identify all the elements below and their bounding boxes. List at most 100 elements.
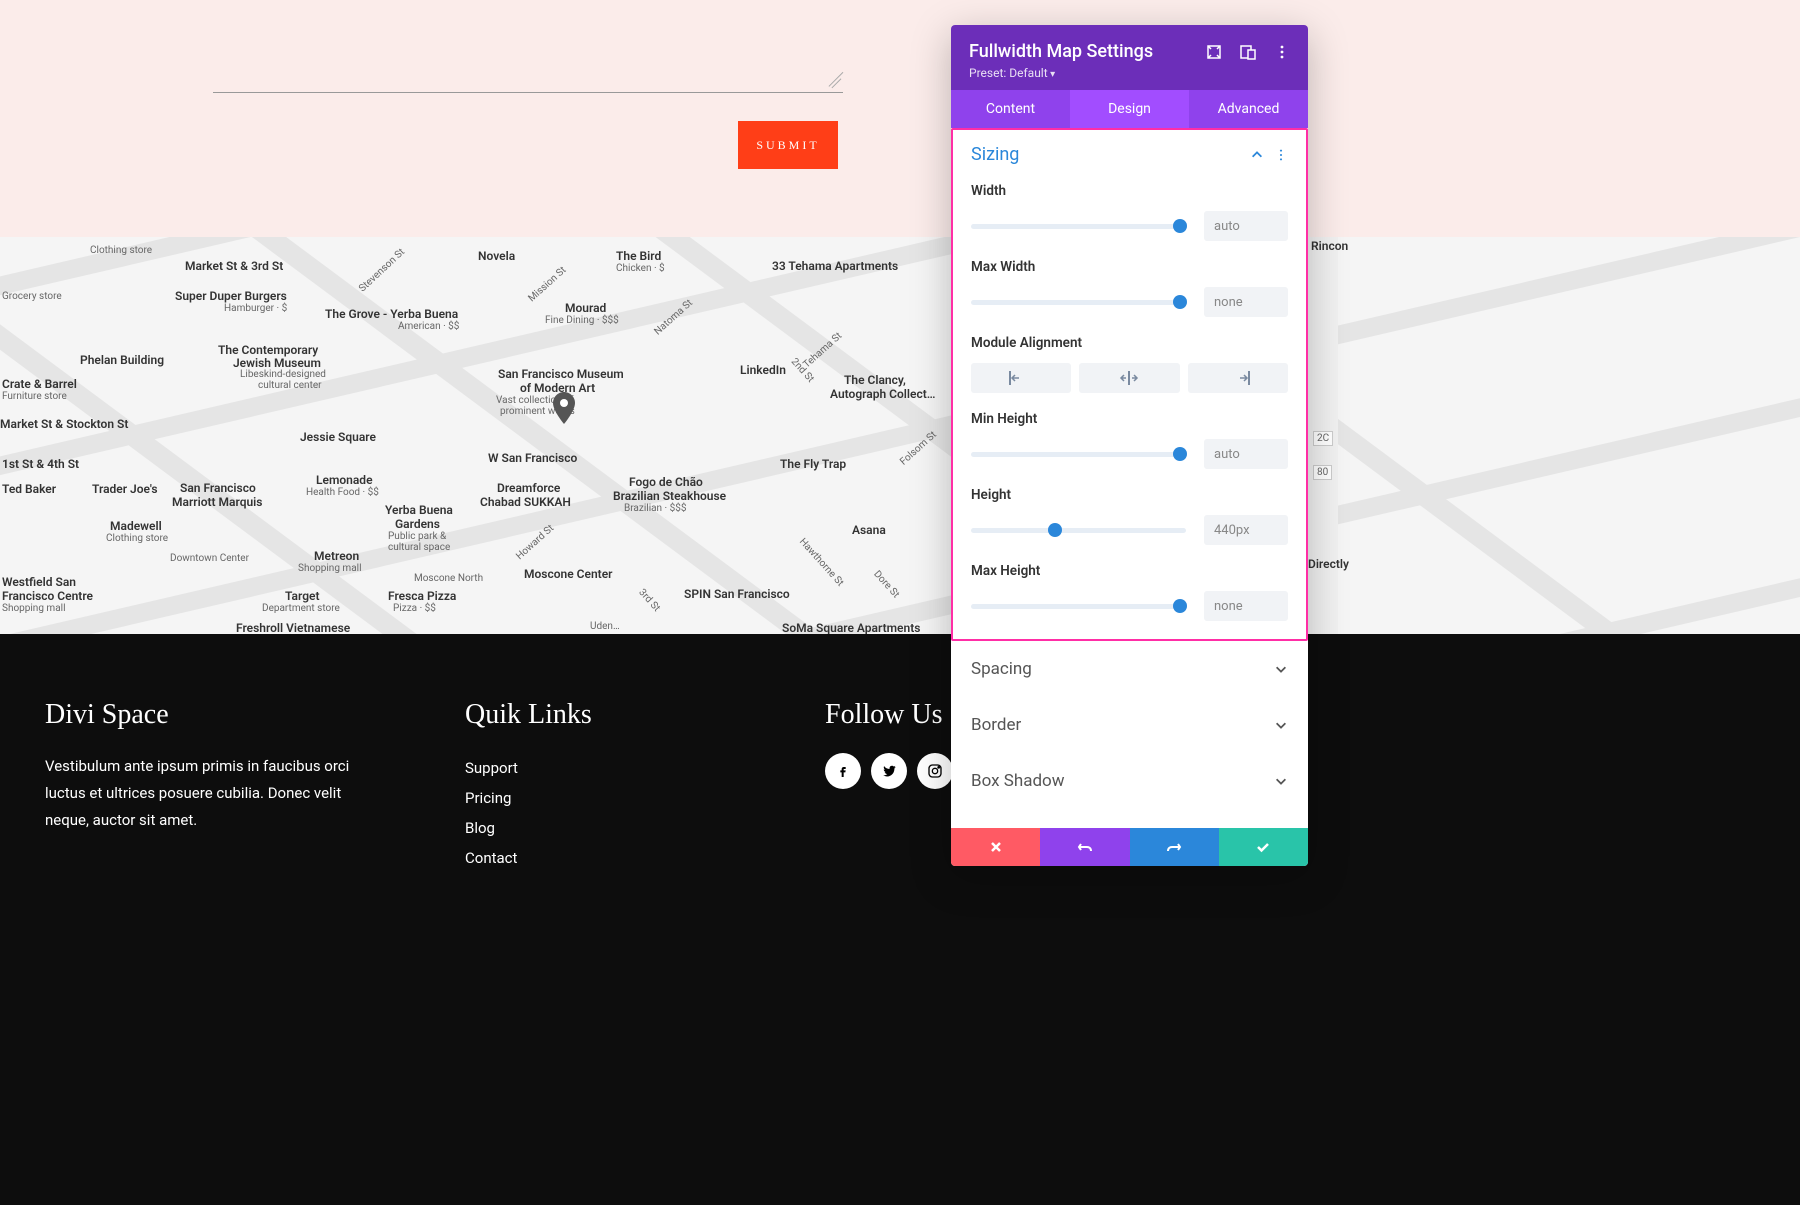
responsive-icon[interactable] [1240, 44, 1256, 60]
align-right-button[interactable] [1188, 363, 1288, 393]
tab-design[interactable]: Design [1070, 90, 1189, 128]
redo-button[interactable] [1130, 828, 1219, 866]
border-section[interactable]: Border [951, 697, 1308, 753]
map-label: American · $$ [398, 321, 459, 332]
kebab-menu-icon[interactable] [1274, 44, 1290, 60]
map-label: The Fly Trap [780, 457, 846, 471]
minheight-value-input[interactable]: auto [1204, 439, 1288, 469]
slider-thumb[interactable] [1173, 599, 1187, 613]
footer-about-text: Vestibulum ante ipsum primis in faucibus… [45, 753, 365, 834]
site-footer: Divi Space Vestibulum ante ipsum primis … [0, 634, 1800, 1205]
footer-link-blog[interactable]: Blog [465, 813, 725, 843]
map-label: Health Food · $$ [306, 487, 379, 498]
map-badge: 80 [1313, 465, 1332, 480]
align-left-button[interactable] [971, 363, 1071, 393]
instagram-icon[interactable] [917, 753, 953, 789]
fullwidth-map[interactable]: Clothing store Market St & 3rd St Steven… [0, 237, 1800, 634]
map-label: Francisco Centre [2, 589, 93, 603]
preset-dropdown[interactable]: Preset: Default [969, 66, 1290, 80]
chevron-down-icon [1274, 718, 1288, 732]
cancel-button[interactable] [951, 828, 1040, 866]
boxshadow-section[interactable]: Box Shadow [951, 753, 1308, 809]
panel-header[interactable]: Fullwidth Map Settings Preset: Default [951, 25, 1308, 90]
map-label: San Francisco [180, 481, 256, 495]
map-label: Super Duper Burgers [175, 289, 287, 303]
map-label: Chabad SUKKAH [480, 495, 571, 509]
map-label: Chicken · $ [616, 263, 665, 274]
section-label: Spacing [971, 659, 1032, 679]
map-label: Downtown Center [170, 553, 249, 564]
map-label: Shopping mall [2, 603, 66, 614]
slider-thumb[interactable] [1173, 295, 1187, 309]
kebab-menu-icon[interactable] [1274, 148, 1288, 162]
map-label: Clothing store [90, 245, 152, 256]
panel-body[interactable]: Sizing Width auto M [951, 128, 1308, 828]
height-value-input[interactable]: 440px [1204, 515, 1288, 545]
map-label: San Francisco Museum [498, 367, 624, 381]
maxwidth-value-input[interactable]: none [1204, 287, 1288, 317]
map-label: Moscone North [414, 573, 483, 584]
align-center-button[interactable] [1079, 363, 1179, 393]
footer-link-support[interactable]: Support [465, 753, 725, 783]
map-label: Brazilian Steakhouse [613, 489, 726, 503]
message-textarea[interactable] [213, 0, 843, 93]
footer-heading-links: Quik Links [465, 699, 725, 731]
undo-button[interactable] [1040, 828, 1129, 866]
maxheight-value-input[interactable]: none [1204, 591, 1288, 621]
slider-thumb[interactable] [1173, 447, 1187, 461]
resize-handle-icon[interactable] [826, 78, 840, 92]
map-label: Libeskind-designed [240, 369, 326, 380]
slider-thumb[interactable] [1173, 219, 1187, 233]
panel-tabs: Content Design Advanced [951, 90, 1308, 128]
map-badge: 2C [1313, 431, 1333, 446]
maxwidth-slider[interactable] [971, 300, 1186, 305]
section-label: Filters [971, 827, 1018, 828]
module-alignment-label: Module Alignment [971, 335, 1288, 351]
width-value-input[interactable]: auto [1204, 211, 1288, 241]
width-slider[interactable] [971, 224, 1186, 229]
save-button[interactable] [1219, 828, 1308, 866]
map-label: Fogo de Chão [629, 475, 703, 489]
twitter-icon[interactable] [871, 753, 907, 789]
form-band: SUBMIT [0, 0, 1800, 237]
footer-heading-about: Divi Space [45, 699, 365, 731]
tab-content[interactable]: Content [951, 90, 1070, 128]
map-label: Yerba Buena [385, 503, 453, 517]
map-label: The Clancy, [844, 373, 906, 387]
map-label: Clothing store [106, 533, 168, 544]
map-label: SPIN San Francisco [684, 587, 790, 601]
chevron-up-icon[interactable] [1250, 148, 1264, 162]
map-label: Metreon [314, 549, 359, 563]
tab-advanced[interactable]: Advanced [1189, 90, 1308, 128]
map-label: cultural center [258, 380, 322, 391]
footer-link-pricing[interactable]: Pricing [465, 783, 725, 813]
minheight-slider[interactable] [971, 452, 1186, 457]
map-label: Asana [852, 523, 886, 537]
maxwidth-label: Max Width [971, 259, 1288, 275]
slider-thumb[interactable] [1048, 523, 1062, 537]
maxheight-slider[interactable] [971, 604, 1186, 609]
map-label: Gardens [395, 517, 440, 531]
section-label: Border [971, 715, 1021, 735]
footer-link-contact[interactable]: Contact [465, 843, 725, 873]
facebook-icon[interactable] [825, 753, 861, 789]
map-label: Hamburger · $ [224, 303, 287, 314]
map-label: Fine Dining · $$$ [545, 315, 619, 326]
map-label: W San Francisco [488, 451, 577, 465]
panel-title: Fullwidth Map Settings [969, 41, 1153, 62]
spacing-section[interactable]: Spacing [951, 641, 1308, 697]
map-label: Freshroll Vietnamese [236, 621, 350, 634]
maxheight-label: Max Height [971, 563, 1288, 579]
chevron-down-icon [1274, 774, 1288, 788]
section-title-sizing[interactable]: Sizing [971, 144, 1019, 165]
filters-section[interactable]: Filters [951, 809, 1308, 828]
module-settings-panel: Fullwidth Map Settings Preset: Default C… [951, 25, 1308, 866]
height-slider[interactable] [971, 528, 1186, 533]
map-label: Lemonade [316, 473, 373, 487]
map-label: Target [285, 589, 320, 603]
expand-icon[interactable] [1206, 44, 1222, 60]
map-label: Phelan Building [80, 353, 164, 367]
submit-button[interactable]: SUBMIT [738, 121, 838, 169]
map-label: Ted Baker [2, 482, 56, 496]
map-label: The Contemporary [218, 343, 318, 357]
